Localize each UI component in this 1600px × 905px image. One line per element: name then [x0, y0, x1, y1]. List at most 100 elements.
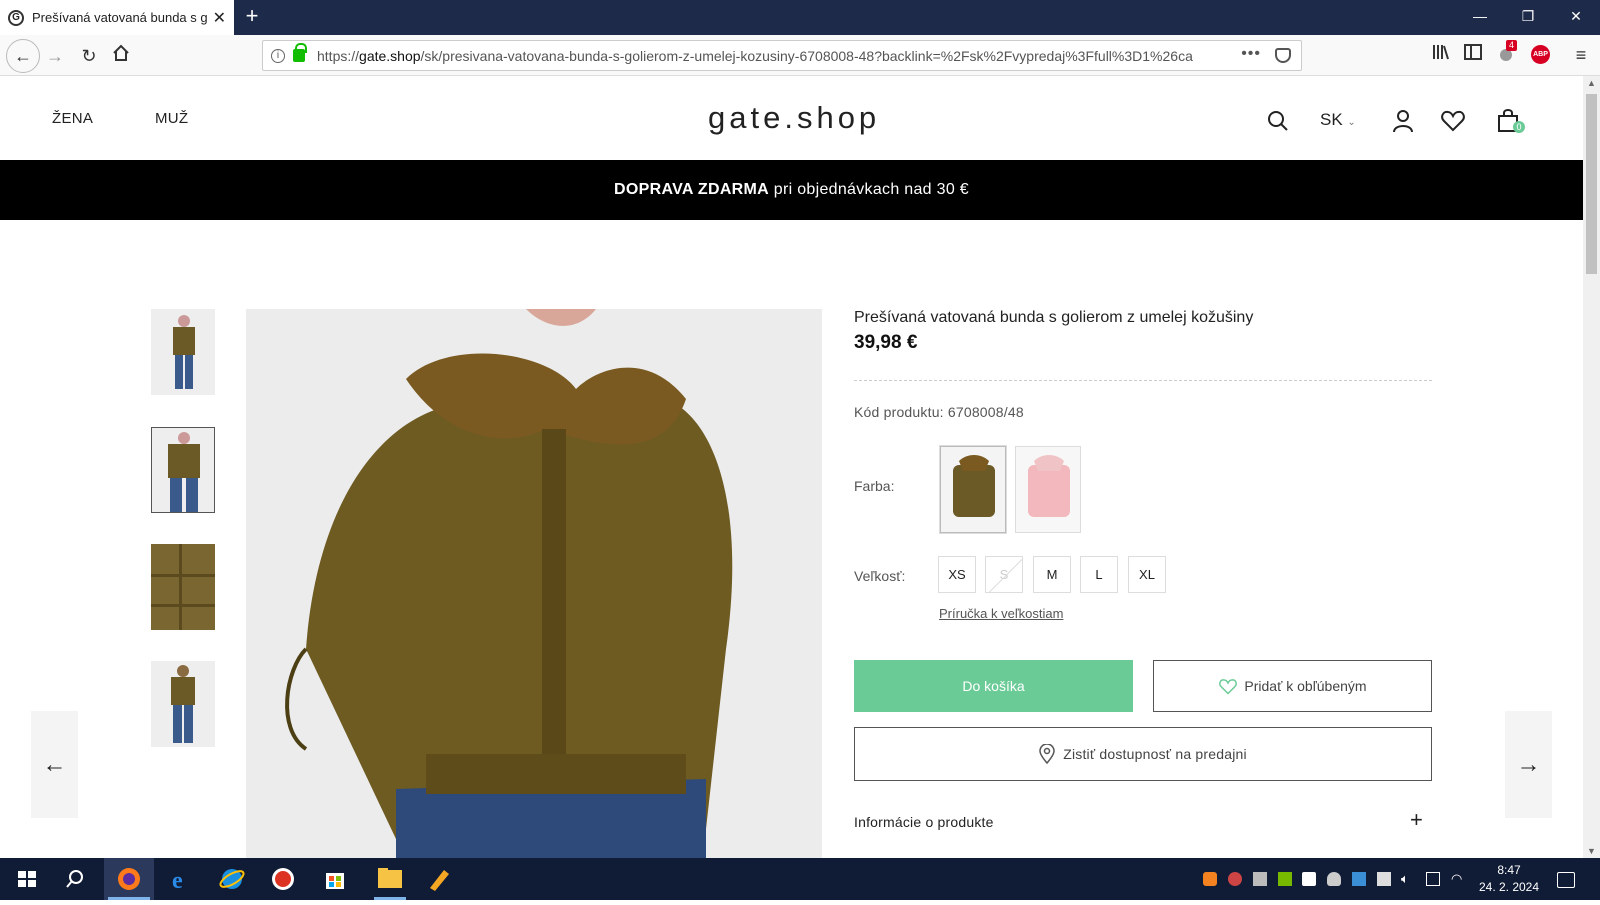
notifications-extension-icon[interactable]: 4	[1494, 40, 1520, 68]
tray-usb-icon[interactable]	[1253, 872, 1267, 886]
menu-hamburger-icon[interactable]: ≡	[1568, 42, 1594, 68]
firefox-taskbar-icon[interactable]	[104, 858, 154, 900]
edge-taskbar-icon[interactable]: e	[165, 864, 195, 894]
cart-bag-icon[interactable]: 0	[1496, 108, 1525, 134]
volume-icon[interactable]: 🔈︎	[1401, 872, 1415, 886]
gallery-thumbnail-1[interactable]	[151, 309, 215, 395]
clock-date: 24. 2. 2024	[1478, 880, 1540, 894]
restore-window-icon[interactable]: ❐	[1516, 8, 1540, 25]
check-availability-label: Zistiť dostupnosť na predajni	[1063, 746, 1247, 762]
account-icon[interactable]	[1390, 108, 1416, 134]
file-explorer-taskbar-icon[interactable]	[372, 858, 408, 900]
product-main-image[interactable]	[246, 309, 822, 859]
home-icon	[113, 44, 129, 61]
google-favicon-icon: G	[8, 9, 24, 26]
location-pin-icon	[1039, 744, 1055, 764]
expand-plus-icon[interactable]: +	[1410, 807, 1423, 833]
new-tab-button[interactable]: +	[240, 5, 264, 29]
network-icon[interactable]: ◠	[1451, 872, 1465, 886]
size-option-xl[interactable]: XL	[1128, 556, 1166, 593]
product-code: Kód produktu: 6708008/48	[854, 404, 1024, 420]
gallery-next-arrow[interactable]: →	[1505, 711, 1552, 818]
heart-icon	[1219, 679, 1238, 695]
url-text: https://gate.shop/sk/presivana-vatovana-…	[317, 47, 1193, 64]
minimize-window-icon[interactable]: —	[1468, 8, 1492, 24]
browser-tab-bar: G Prešívaná vatovaná bunda s go ✕ + — ❐ …	[0, 0, 1600, 35]
close-tab-icon[interactable]: ✕	[213, 8, 226, 28]
close-window-icon[interactable]: ✕	[1564, 8, 1588, 25]
wishlist-heart-icon[interactable]	[1440, 108, 1466, 134]
size-option-xs[interactable]: XS	[938, 556, 976, 593]
tray-shield-icon[interactable]	[1302, 872, 1316, 886]
secure-lock-icon[interactable]	[293, 43, 307, 62]
size-option-s-unavailable: S	[985, 556, 1023, 593]
site-info-icon[interactable]: i	[271, 48, 285, 63]
tray-app-blue-icon[interactable]	[1352, 872, 1366, 886]
ie-taskbar-icon[interactable]	[217, 864, 247, 894]
nav-men[interactable]: MUŽ	[155, 110, 188, 127]
address-bar[interactable]: i https://gate.shop/sk/presivana-vatovan…	[262, 40, 1302, 71]
reload-button[interactable]: ↻	[76, 43, 102, 69]
home-button[interactable]	[108, 43, 134, 69]
color-swatch-khaki[interactable]	[939, 445, 1007, 534]
size-option-l[interactable]: L	[1080, 556, 1118, 593]
taskbar-clock[interactable]: 8:47 24. 2. 2024	[1474, 862, 1544, 896]
language-selector[interactable]: SK ⌄	[1320, 110, 1356, 130]
size-option-m[interactable]: M	[1033, 556, 1071, 593]
scroll-down-icon: ▼	[1587, 846, 1596, 856]
adblock-plus-icon[interactable]: ABP	[1528, 42, 1554, 68]
windows-start-icon[interactable]	[12, 864, 42, 894]
add-to-cart-button[interactable]: Do košíka	[854, 660, 1133, 712]
app-pen-taskbar-icon[interactable]	[424, 864, 454, 894]
product-title: Prešívaná vatovaná bunda s golierom z um…	[854, 309, 1254, 326]
app-red-taskbar-icon[interactable]	[268, 864, 298, 894]
scroll-up-icon: ▲	[1587, 78, 1596, 88]
tab-title: Prešívaná vatovaná bunda s go	[32, 10, 207, 25]
tray-security-icon[interactable]	[1377, 872, 1391, 886]
page-scrollbar[interactable]: ▲ ▼	[1583, 76, 1600, 858]
page-actions-icon[interactable]: •••	[1241, 45, 1261, 63]
svg-text:e: e	[172, 868, 183, 894]
size-guide-link[interactable]: Príručka k veľkostiam	[939, 606, 1063, 621]
check-availability-button[interactable]: Zistiť dostupnosť na predajni	[854, 727, 1432, 781]
browser-toolbar: ← → ↻ i https://gate.shop/sk/presivana-v…	[0, 35, 1600, 76]
site-header: ŽENA MUŽ gate.shop SK ⌄ 0	[0, 76, 1583, 160]
add-to-favorites-label: Pridať k obľúbeným	[1244, 678, 1367, 694]
tray-nvidia-icon[interactable]	[1278, 872, 1292, 886]
battery-icon[interactable]	[1426, 872, 1440, 886]
search-icon[interactable]	[1265, 108, 1291, 134]
action-center-icon[interactable]	[1557, 872, 1575, 888]
back-button[interactable]: ←	[6, 39, 40, 73]
free-shipping-banner: DOPRAVA ZDARMA pri objednávkach nad 30 €	[0, 160, 1583, 220]
product-info-heading[interactable]: Informácie o produkte	[854, 814, 994, 830]
add-to-favorites-button[interactable]: Pridať k obľúbeným	[1153, 660, 1432, 712]
store-taskbar-icon[interactable]	[320, 864, 350, 894]
nav-women[interactable]: ŽENA	[52, 110, 93, 127]
gallery-prev-arrow[interactable]: ←	[31, 711, 78, 818]
gallery-thumbnail-4[interactable]	[151, 661, 215, 747]
color-swatch-pink[interactable]	[1015, 446, 1081, 533]
forward-button[interactable]: →	[42, 43, 68, 69]
size-label: Veľkosť:	[854, 568, 906, 584]
browser-tab[interactable]: G Prešívaná vatovaná bunda s go ✕	[0, 0, 234, 35]
jacket-photo	[246, 309, 822, 859]
windows-taskbar: e 🔈︎ ◠ 8:47 24. 2. 2024	[0, 858, 1600, 900]
scrollbar-thumb[interactable]	[1586, 94, 1597, 274]
pocket-icon[interactable]	[1275, 48, 1291, 63]
library-icon[interactable]	[1428, 42, 1454, 68]
product-price: 39,98 €	[854, 332, 918, 353]
sidebar-icon[interactable]	[1460, 42, 1486, 68]
tray-onedrive-icon[interactable]	[1327, 872, 1341, 886]
chevron-down-icon: ⌄	[1347, 117, 1356, 128]
gallery-thumbnail-3[interactable]	[151, 544, 215, 630]
divider	[854, 380, 1432, 381]
cart-count-badge: 0	[1513, 121, 1525, 133]
clock-time: 8:47	[1497, 863, 1521, 877]
notification-badge: 4	[1506, 40, 1517, 51]
color-label: Farba:	[854, 478, 895, 494]
tray-app-orange-icon[interactable]	[1203, 872, 1217, 886]
gallery-thumbnail-2[interactable]	[151, 427, 215, 513]
site-logo[interactable]: gate.shop	[708, 100, 880, 136]
tray-app-red-icon[interactable]	[1228, 872, 1242, 886]
search-taskbar-icon[interactable]	[60, 864, 90, 894]
